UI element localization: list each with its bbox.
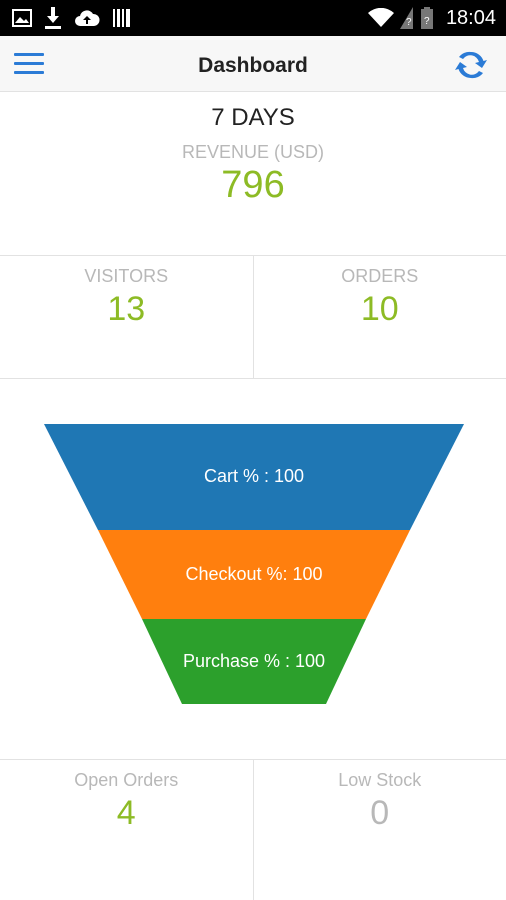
revenue-value: 796 bbox=[221, 164, 285, 206]
low-stock-label: Low Stock bbox=[338, 770, 422, 790]
cloud-upload-icon bbox=[74, 9, 100, 27]
visitors-value: 13 bbox=[107, 290, 146, 328]
battery-icon: ? bbox=[420, 7, 434, 29]
open-orders-label: Open Orders bbox=[74, 770, 179, 790]
status-time: 18:04 bbox=[445, 6, 496, 29]
page-title: Dashboard bbox=[198, 54, 308, 77]
low-stock-stat[interactable]: Low Stock 0 bbox=[252, 760, 506, 900]
refresh-button[interactable] bbox=[454, 48, 488, 82]
funnel-label-purchase: Purchase % : 100 bbox=[183, 651, 325, 671]
funnel-label-cart: Cart % : 100 bbox=[204, 466, 304, 486]
orders-value: 10 bbox=[360, 290, 399, 328]
wifi-icon bbox=[367, 8, 394, 28]
open-orders-stat[interactable]: Open Orders 4 bbox=[0, 760, 253, 900]
low-stock-value: 0 bbox=[370, 794, 390, 832]
stats-row-bottom: Open Orders 4 Low Stock 0 bbox=[0, 759, 506, 900]
orders-stat: ORDERS 10 bbox=[252, 256, 506, 378]
app-bar: Dashboard bbox=[0, 36, 506, 92]
download-icon bbox=[44, 7, 62, 29]
revenue-label: REVENUE (USD) bbox=[181, 142, 324, 162]
period-label: 7 DAYS bbox=[211, 104, 295, 131]
visitors-label: VISITORS bbox=[84, 266, 169, 286]
revenue-summary: 7 DAYS REVENUE (USD) 796 bbox=[0, 92, 506, 256]
barcode-icon bbox=[112, 8, 132, 28]
status-bar: ? ? 18:04 bbox=[0, 0, 506, 36]
conversion-funnel: Cart % : 100 Checkout %: 100 Purchase % … bbox=[0, 379, 506, 759]
svg-text:?: ? bbox=[424, 16, 430, 27]
funnel-label-checkout: Checkout %: 100 bbox=[185, 564, 322, 584]
signal-icon: ? bbox=[399, 7, 414, 29]
open-orders-value: 4 bbox=[116, 794, 136, 832]
svg-text:?: ? bbox=[406, 17, 412, 28]
stats-row-top: VISITORS 13 ORDERS 10 bbox=[0, 256, 506, 379]
visitors-stat: VISITORS 13 bbox=[0, 256, 253, 378]
image-icon bbox=[12, 9, 32, 27]
refresh-icon bbox=[455, 51, 487, 79]
orders-label: ORDERS bbox=[341, 266, 419, 286]
